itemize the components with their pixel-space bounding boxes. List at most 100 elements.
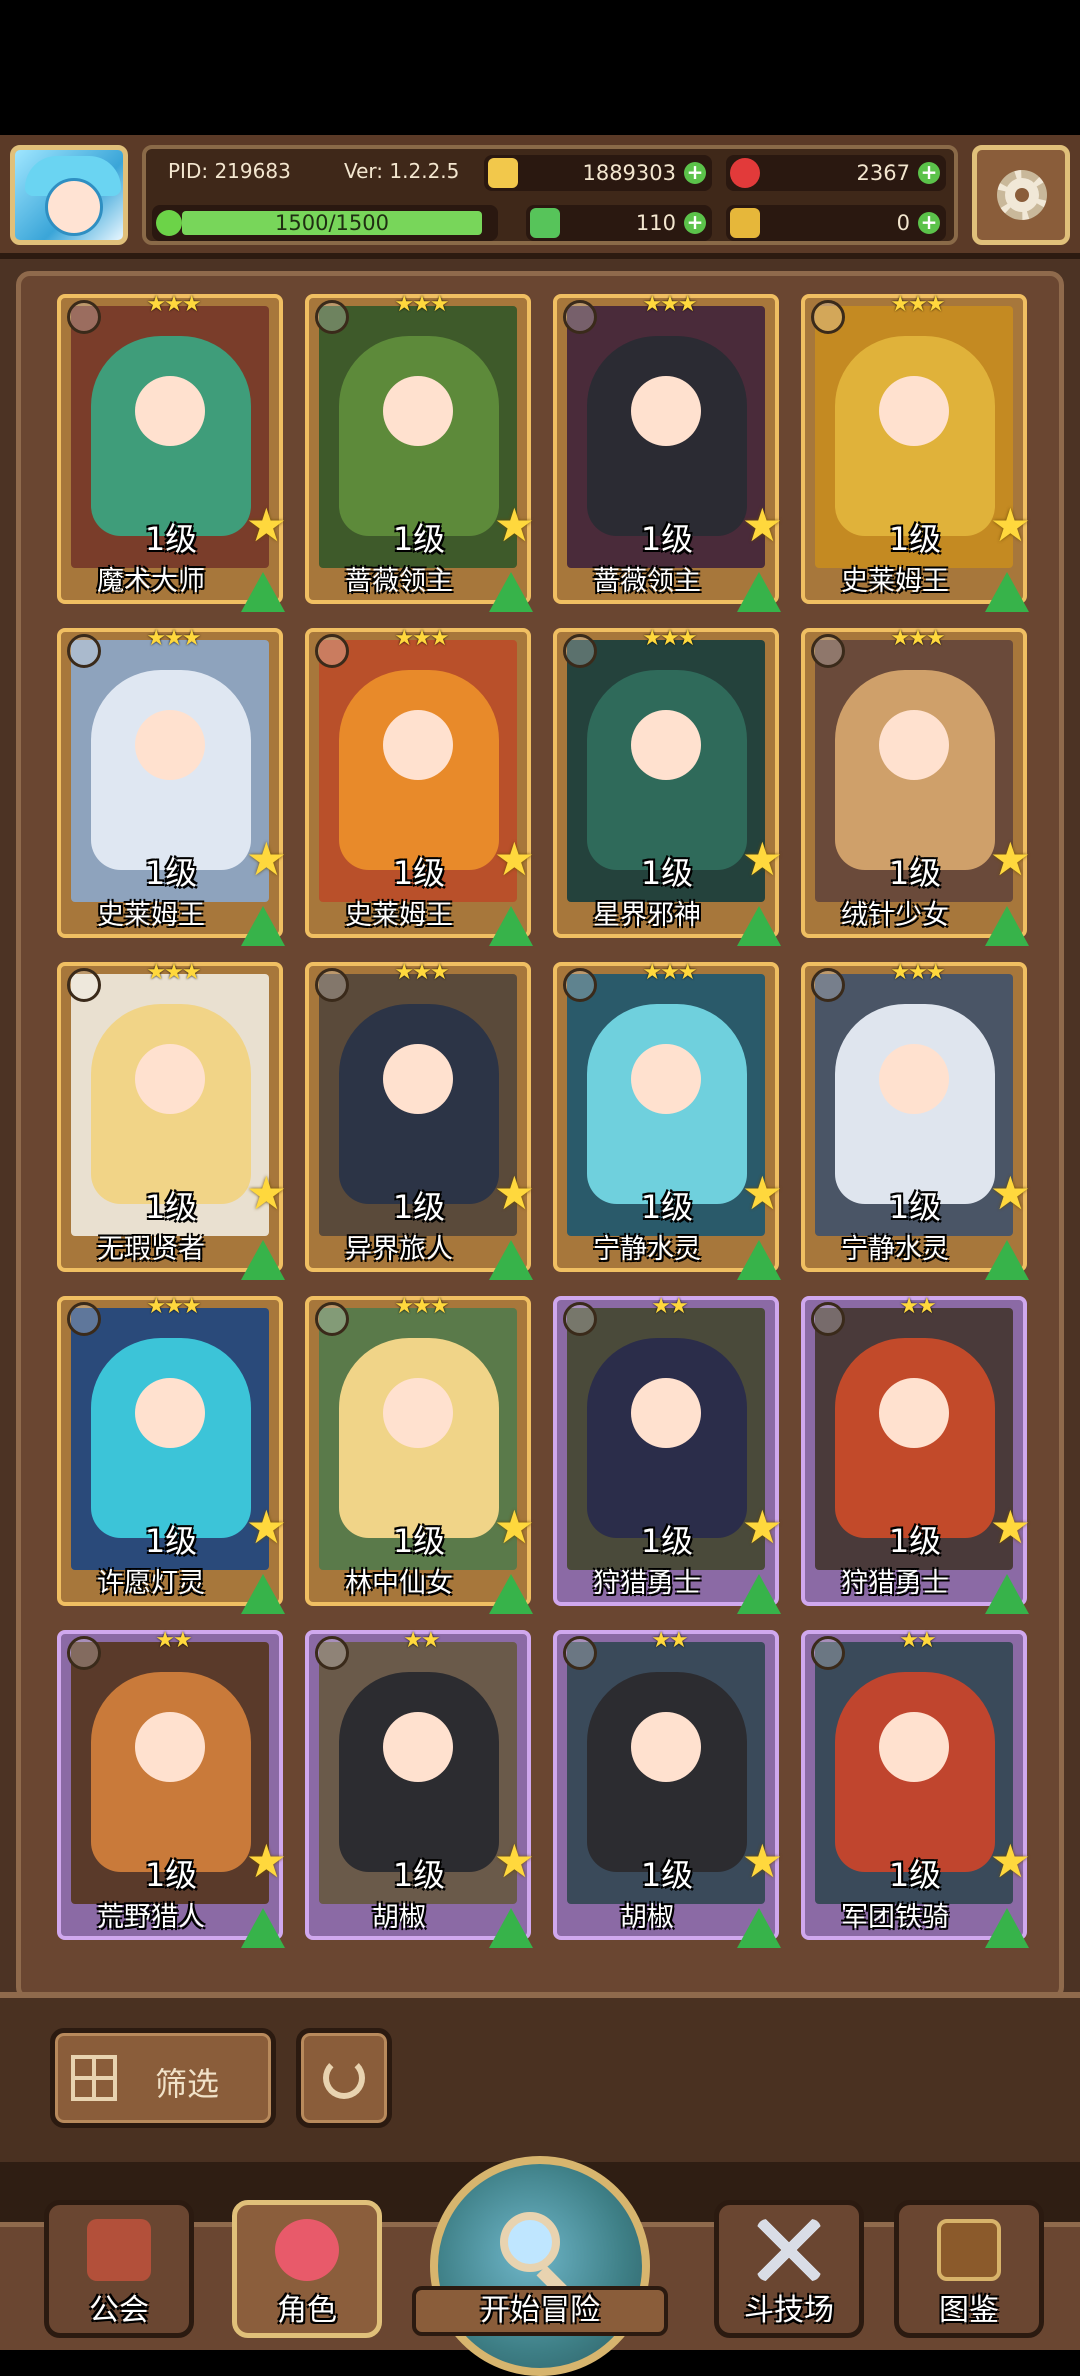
star-upgrade-icon: ★ [493, 832, 535, 886]
add-key-button[interactable]: + [918, 212, 940, 234]
gold-coin-icon [488, 158, 518, 188]
key-icon [730, 208, 760, 238]
player-id: PID: 219683 [168, 159, 291, 183]
wrench-icon [563, 300, 597, 334]
rarity-stars: ★★★ [146, 1294, 201, 1319]
character-card[interactable]: ★★★ 1级 绒针少女 ★ [801, 626, 1031, 946]
rarity-stars: ★★ [899, 1294, 936, 1319]
character-card[interactable]: ★★ 1级 狩猎勇士 ★ [553, 1294, 783, 1614]
level-up-arrow-icon [985, 1908, 1029, 1948]
settings-button[interactable] [972, 145, 1070, 245]
wrench-icon [563, 634, 597, 668]
character-level: 1级 [144, 1856, 198, 1894]
energy-bar: 1500/1500 [152, 205, 498, 241]
character-card[interactable]: ★★★ 1级 蔷薇领主 ★ [305, 292, 535, 612]
resource-panel: PID: 219683 Ver: 1.2.2.5 1889303 + 2367 … [142, 145, 958, 245]
portrait-face [879, 376, 949, 446]
card-board[interactable]: ★★★ 1级 魔术大师 ★ ★★★ 1级 蔷薇领主 ★ ★★★ 1级 蔷薇领主 ★ ★★★ 1级 史莱姆王 ★… [16, 271, 1064, 2001]
character-name: 荒野猎人 [97, 1902, 205, 1933]
character-card[interactable]: ★★★ 1级 魔术大师 ★ [57, 292, 287, 612]
character-card[interactable]: ★★★ 1级 林中仙女 ★ [305, 1294, 535, 1614]
rarity-stars: ★★★ [890, 626, 945, 651]
add-gold-button[interactable]: + [684, 162, 706, 184]
add-gem-button[interactable]: + [918, 162, 940, 184]
nav-codex[interactable]: 图鉴 [894, 2200, 1044, 2338]
character-card[interactable]: ★★ 1级 胡椒 ★ [553, 1628, 783, 1948]
character-name: 史莱姆王 [97, 900, 205, 931]
status-bar-area [0, 0, 1080, 135]
rarity-stars: ★★★ [394, 960, 449, 985]
wrench-icon [67, 634, 101, 668]
rarity-stars: ★★ [155, 1628, 192, 1653]
portrait-face [879, 1044, 949, 1114]
key-value: 0 [896, 211, 910, 235]
character-name: 军团铁骑 [841, 1902, 949, 1933]
rarity-stars: ★★★ [394, 292, 449, 317]
nav-character[interactable]: 角色 [232, 2200, 382, 2338]
character-card[interactable]: ★★ 1级 狩猎勇士 ★ [801, 1294, 1031, 1614]
character-card[interactable]: ★★ 1级 荒野猎人 ★ [57, 1628, 287, 1948]
gem-value: 2367 [856, 161, 910, 185]
star-upgrade-icon: ★ [245, 1166, 287, 1220]
reset-button[interactable] [296, 2028, 392, 2128]
grid-icon [71, 2055, 117, 2101]
wrench-icon [67, 300, 101, 334]
character-card[interactable]: ★★★ 1级 宁静水灵 ★ [801, 960, 1031, 1280]
character-name: 蔷薇领主 [593, 566, 701, 597]
level-up-arrow-icon [489, 572, 533, 612]
filter-button[interactable]: 筛选 [50, 2028, 276, 2128]
add-clover-button[interactable]: + [684, 212, 706, 234]
nav-arena[interactable]: 斗技场 [714, 2200, 864, 2338]
character-card[interactable]: ★★★ 1级 蔷薇领主 ★ [553, 292, 783, 612]
character-card[interactable]: ★★★ 1级 星界邪神 ★ [553, 626, 783, 946]
character-card[interactable]: ★★★ 1级 史莱姆王 ★ [57, 626, 287, 946]
rarity-stars: ★★★ [146, 626, 201, 651]
character-card[interactable]: ★★ 1级 军团铁骑 ★ [801, 1628, 1031, 1948]
feather-icon [563, 1302, 597, 1336]
rarity-stars: ★★★ [890, 960, 945, 985]
character-level: 1级 [640, 1522, 694, 1560]
character-card[interactable]: ★★★ 1级 无瑕贤者 ★ [57, 960, 287, 1280]
nav-codex-label: 图鉴 [939, 2293, 999, 2328]
level-up-arrow-icon [489, 906, 533, 946]
player-avatar[interactable] [10, 145, 128, 245]
character-card[interactable]: ★★★ 1级 史莱姆王 ★ [801, 292, 1031, 612]
nav-adventure[interactable]: 开始冒险 [412, 2156, 668, 2376]
character-card[interactable]: ★★★ 1级 异界旅人 ★ [305, 960, 535, 1280]
rarity-stars: ★★★ [146, 960, 201, 985]
level-up-arrow-icon [737, 1908, 781, 1948]
character-name: 星界邪神 [593, 900, 701, 931]
star-upgrade-icon: ★ [989, 832, 1031, 886]
character-level: 1级 [640, 520, 694, 558]
wrench-icon [315, 634, 349, 668]
star-upgrade-icon: ★ [493, 1834, 535, 1888]
portrait-face [631, 376, 701, 446]
character-name: 狩猎勇士 [593, 1568, 701, 1599]
character-card[interactable]: ★★ 1级 胡椒 ★ [305, 1628, 535, 1948]
character-card[interactable]: ★★★ 1级 宁静水灵 ★ [553, 960, 783, 1280]
character-level: 1级 [392, 1188, 446, 1226]
character-name: 许愿灯灵 [97, 1568, 205, 1599]
target-icon [67, 1302, 101, 1336]
character-name: 无瑕贤者 [97, 1234, 205, 1265]
character-name: 魔术大师 [97, 566, 205, 597]
character-card[interactable]: ★★★ 1级 许愿灯灵 ★ [57, 1294, 287, 1614]
portrait-face [135, 1044, 205, 1114]
character-level: 1级 [392, 1522, 446, 1560]
clover-counter: 110 + [526, 205, 712, 241]
feather-icon [67, 1636, 101, 1670]
refresh-icon [323, 2057, 365, 2099]
level-up-arrow-icon [241, 1908, 285, 1948]
level-up-arrow-icon [489, 1574, 533, 1614]
star-upgrade-icon: ★ [989, 498, 1031, 552]
portrait-face [631, 1044, 701, 1114]
character-name: 林中仙女 [345, 1568, 453, 1599]
rarity-stars: ★★★ [642, 292, 697, 317]
character-level: 1级 [888, 1522, 942, 1560]
character-name: 宁静水灵 [593, 1234, 701, 1265]
character-level: 1级 [392, 1856, 446, 1894]
nav-guild[interactable]: 公会 [44, 2200, 194, 2338]
character-card[interactable]: ★★★ 1级 史莱姆王 ★ [305, 626, 535, 946]
character-level: 1级 [640, 1188, 694, 1226]
character-level: 1级 [640, 854, 694, 892]
